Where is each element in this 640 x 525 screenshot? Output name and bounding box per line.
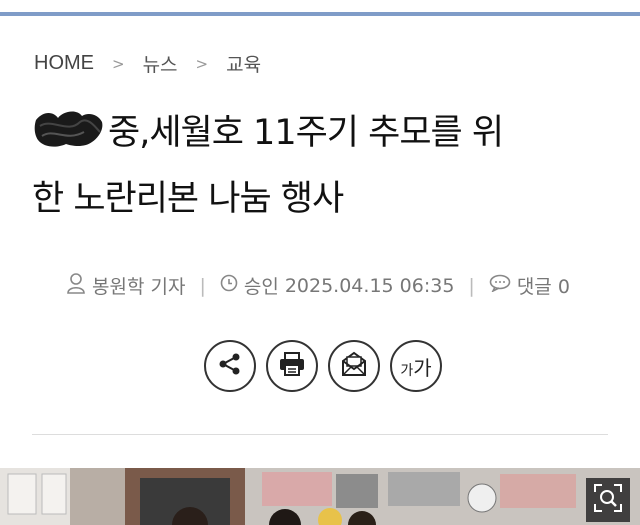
article-actions: 가가 (204, 340, 442, 392)
meta-divider: | (468, 274, 475, 297)
redaction-scribble (32, 108, 106, 150)
breadcrumb-news[interactable]: 뉴스 (143, 50, 178, 77)
comments-label: 댓글 (516, 276, 552, 298)
article-title: 중,세월호 11주기 추모를 위 한 노란리본 나눔 행사 (32, 100, 622, 232)
photo-zoom-button[interactable] (586, 478, 630, 522)
email-button[interactable] (328, 340, 380, 392)
comment-icon (489, 274, 511, 297)
print-icon (278, 351, 306, 381)
font-size-small: 가 (400, 362, 414, 379)
meta-divider: | (199, 274, 206, 297)
publish-datetime: 2025.04.15 06:35 (284, 274, 455, 297)
breadcrumb: HOME > 뉴스 > 교육 (34, 50, 261, 77)
font-size-big: 가 (413, 355, 432, 380)
article-meta: 봉원학 기자 | 승인 2025.04.15 06:35 | 댓글 0 (66, 272, 570, 299)
breadcrumb-separator: > (112, 54, 125, 73)
share-button[interactable] (204, 340, 256, 392)
title-line2: 한 노란리본 나눔 행사 (32, 179, 344, 219)
author-name: 봉원학 기자 (92, 276, 186, 298)
breadcrumb-separator: > (195, 54, 209, 73)
font-size-button[interactable]: 가가 (390, 340, 442, 392)
clock-icon (220, 274, 238, 297)
person-icon (66, 272, 86, 299)
title-line1: 중,세월호 11주기 추모를 위 (108, 113, 504, 153)
breadcrumb-education[interactable]: 교육 (226, 50, 261, 77)
article-photo[interactable] (0, 468, 640, 525)
share-icon (217, 351, 243, 381)
comments-link[interactable]: 댓글 0 (517, 272, 570, 299)
breadcrumb-home[interactable]: HOME (34, 52, 94, 75)
font-size-icon: 가가 (400, 352, 431, 381)
approved-label: 승인 (243, 276, 279, 298)
print-button[interactable] (266, 340, 318, 392)
top-border (0, 12, 640, 16)
email-icon (340, 351, 368, 381)
content-divider (32, 434, 608, 435)
comments-count: 0 (557, 276, 570, 298)
zoom-icon (593, 483, 623, 517)
